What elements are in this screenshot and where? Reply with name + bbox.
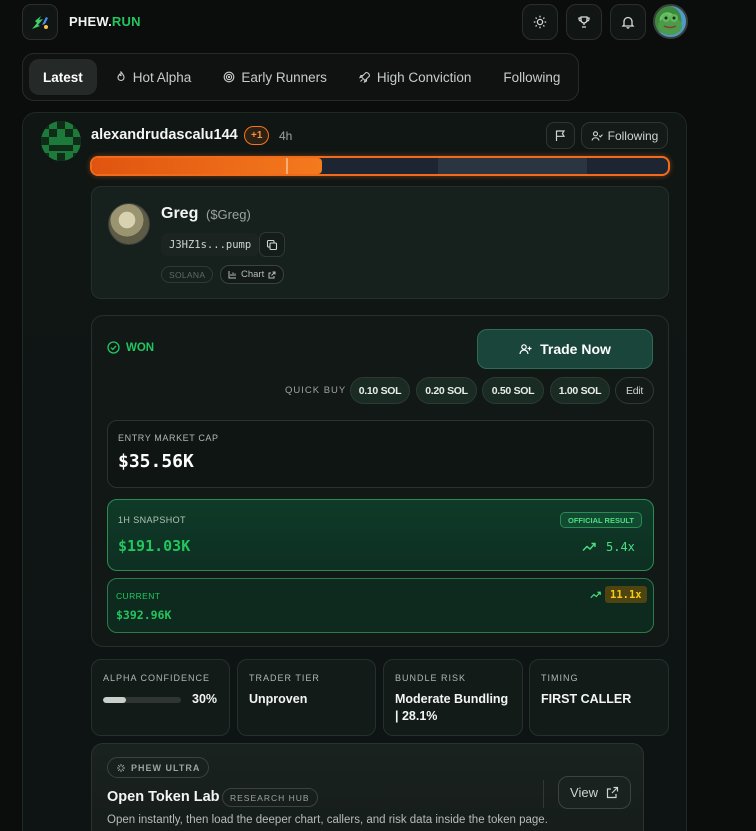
poster-avatar[interactable] <box>41 121 81 161</box>
trader-tier-label: TRADER TIER <box>249 673 320 683</box>
theme-toggle-button[interactable] <box>522 4 558 40</box>
token-lab-title: Open Token Lab <box>107 789 220 805</box>
tab-label: High Conviction <box>376 69 472 85</box>
following-button[interactable]: Following <box>581 122 668 149</box>
snapshot-box <box>107 499 654 571</box>
token-lab-description: Open instantly, then load the deeper cha… <box>107 814 548 826</box>
contract-address: J3HZ1s...pump <box>161 233 260 256</box>
poster-username[interactable]: alexandrudascalu144 <box>91 127 238 143</box>
official-result-badge: OFFICIAL RESULT <box>560 512 642 528</box>
user-avatar[interactable] <box>653 4 688 39</box>
tab-label: Following <box>503 69 561 85</box>
snapshot-label: 1H SNAPSHOT <box>118 515 186 525</box>
post-time: 4h <box>279 129 293 143</box>
edit-quick-buy-button[interactable]: Edit <box>615 377 654 404</box>
sun-icon <box>533 15 547 29</box>
brand-name[interactable]: PHEW.RUN <box>69 14 141 29</box>
timing-value: FIRST CALLER <box>541 692 632 706</box>
phew-ultra-tag: PHEW ULTRA <box>107 757 210 778</box>
quick-buy-0-50-button[interactable]: 0.50 SOL <box>482 377 544 404</box>
current-value: $392.96K <box>116 608 172 622</box>
snapshot-multiplier-value: 5.4x <box>606 540 635 554</box>
token-image <box>108 203 150 245</box>
snapshot-multiplier: 5.4x <box>582 540 635 554</box>
tab-label: Early Runners <box>241 69 327 85</box>
user-plus-icon <box>519 343 532 354</box>
flag-icon <box>555 130 566 141</box>
report-button[interactable] <box>546 122 575 149</box>
entry-market-cap-label: ENTRY MARKET CAP <box>118 433 219 443</box>
token-symbol: ($Greg) <box>206 207 251 222</box>
current-multiplier: 11.1x <box>590 586 647 603</box>
quick-buy-0-10-button[interactable]: 0.10 SOL <box>350 377 410 404</box>
feed-tabs: Latest Hot Alpha Early Runners High Conv… <box>22 53 579 101</box>
trade-now-label: Trade Now <box>540 341 611 357</box>
tab-high-conviction[interactable]: High Conviction <box>345 59 486 95</box>
current-box <box>107 578 654 633</box>
bundle-risk-line-2: | 28.1% <box>395 709 438 723</box>
copy-icon <box>266 239 278 250</box>
bundle-risk-line-1: Moderate Bundling <box>395 692 509 706</box>
quick-buy-0-20-button[interactable]: 0.20 SOL <box>416 377 477 404</box>
notifications-button[interactable] <box>610 4 646 40</box>
won-status: WON <box>107 341 154 354</box>
following-label: Following <box>607 128 659 143</box>
tab-early-runners[interactable]: Early Runners <box>209 59 341 95</box>
view-label: View <box>570 785 598 800</box>
brand-part-2: RUN <box>111 14 141 29</box>
extra-callers-badge[interactable]: +1 <box>244 126 270 145</box>
snapshot-value: $191.03K <box>118 537 191 555</box>
check-circle-icon <box>107 341 120 354</box>
bundle-risk-label: BUNDLE RISK <box>395 673 467 683</box>
target-icon <box>223 71 235 83</box>
alpha-confidence-value: 30% <box>192 692 218 706</box>
bundle-risk-value: Moderate Bundling | 28.1% <box>395 691 508 725</box>
current-label: CURRENT <box>116 591 161 601</box>
tab-label: Hot Alpha <box>132 69 192 85</box>
token-name[interactable]: Greg <box>161 205 198 223</box>
alpha-confidence-label: ALPHA CONFIDENCE <box>103 673 211 683</box>
leaderboard-button[interactable] <box>566 4 602 40</box>
rocket-icon <box>358 71 370 83</box>
copy-address-button[interactable] <box>259 232 285 257</box>
research-hub-tag: RESEARCH HUB <box>222 788 318 807</box>
trader-tier-value: Unproven <box>249 692 308 706</box>
tab-hot-alpha[interactable]: Hot Alpha <box>101 59 206 95</box>
trending-up-icon <box>590 591 601 598</box>
top-bar: PHEW.RUN <box>0 0 756 44</box>
chain-badge: SOLANA <box>161 266 214 283</box>
tab-label: Latest <box>43 69 83 85</box>
phew-logo-icon[interactable] <box>22 4 58 40</box>
chart-label: Chart <box>241 269 265 280</box>
external-link-icon <box>606 786 619 799</box>
confidence-bar <box>103 697 181 703</box>
phew-ultra-label: PHEW ULTRA <box>131 762 201 773</box>
trade-now-button[interactable]: Trade Now <box>477 329 653 369</box>
current-multiplier-value: 11.1x <box>605 586 647 603</box>
external-link-icon <box>268 271 276 278</box>
tab-latest[interactable]: Latest <box>29 59 97 95</box>
user-check-icon <box>591 130 603 141</box>
entry-market-cap-value: $35.56K <box>118 451 194 472</box>
timing-label: TIMING <box>541 673 579 683</box>
sparkle-icon <box>117 763 125 772</box>
post-progress-bar <box>90 156 670 176</box>
bar-chart-icon <box>228 271 236 279</box>
divider <box>543 780 544 808</box>
progress-tick <box>286 158 288 174</box>
bell-icon <box>621 16 635 29</box>
won-label: WON <box>126 341 155 354</box>
view-token-lab-button[interactable]: View <box>558 776 631 809</box>
trophy-icon <box>578 16 590 28</box>
quick-buy-label: QUICK BUY <box>285 385 347 396</box>
chart-link[interactable]: Chart <box>220 265 285 284</box>
flame-icon <box>117 71 125 81</box>
quick-buy-1-00-button[interactable]: 1.00 SOL <box>550 377 610 404</box>
progress-segment <box>437 158 588 174</box>
confidence-bar-fill <box>103 697 127 703</box>
tab-following[interactable]: Following <box>489 59 574 95</box>
brand-part-1: PHEW. <box>69 14 112 29</box>
trending-up-icon <box>582 542 596 551</box>
